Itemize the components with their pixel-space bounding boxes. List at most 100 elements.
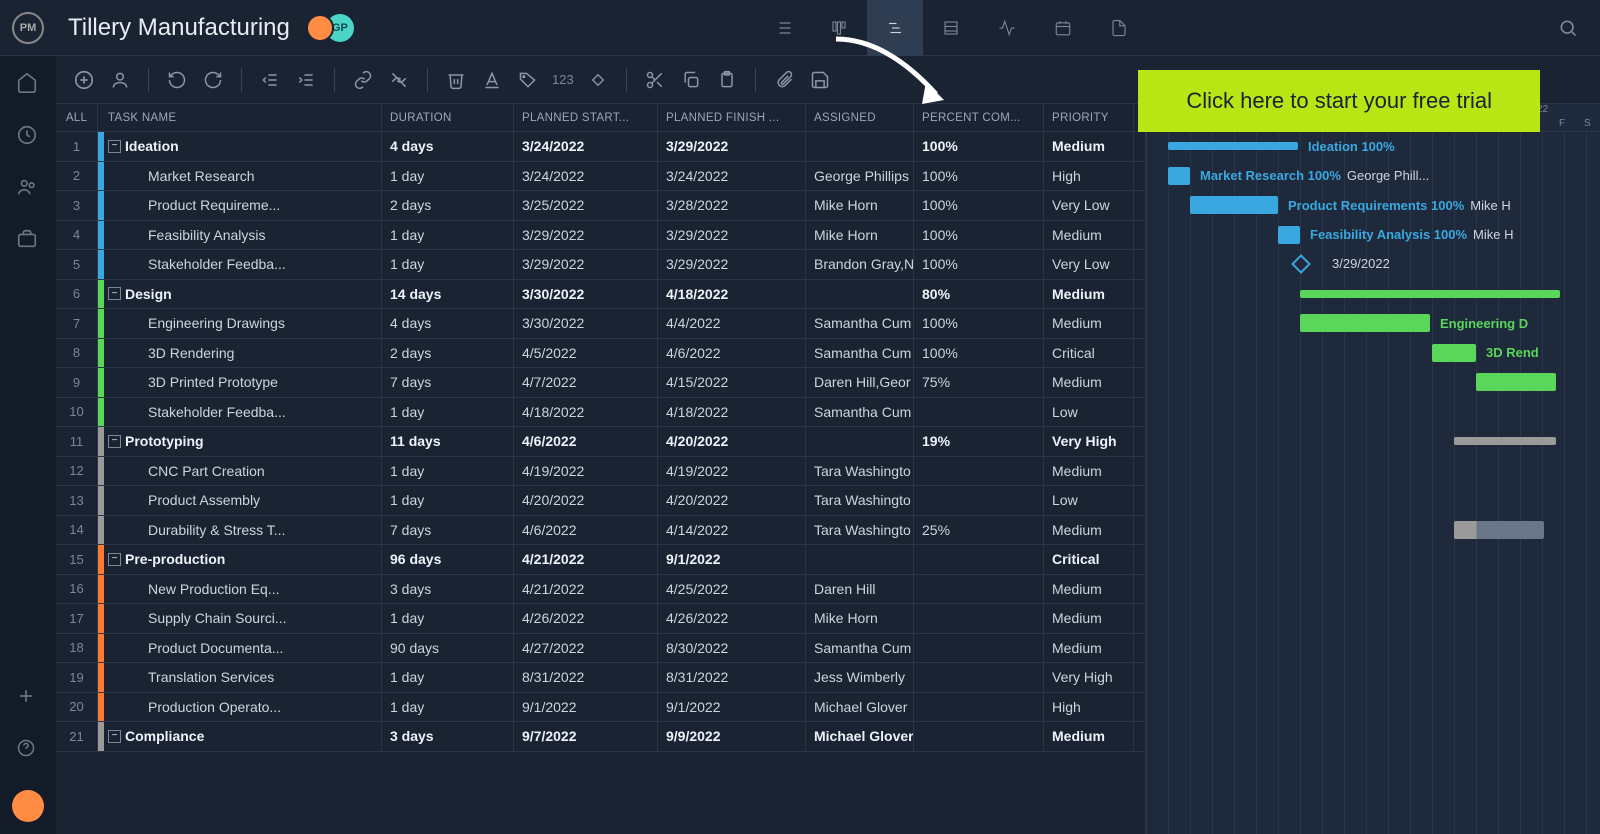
gantt-row[interactable] — [1146, 634, 1600, 664]
milestone-icon[interactable] — [586, 68, 610, 92]
tag-icon[interactable] — [516, 68, 540, 92]
gantt-row[interactable]: Market Research 100%George Phill... — [1146, 162, 1600, 192]
gantt-bar[interactable]: 3D Rend — [1432, 344, 1476, 362]
gantt-row[interactable] — [1146, 398, 1600, 428]
avatar-group[interactable]: GP — [306, 14, 354, 42]
collapse-icon[interactable]: − — [108, 553, 121, 566]
table-row[interactable]: 18Product Documenta...90 days4/27/20228/… — [56, 634, 1145, 664]
col-all[interactable]: ALL — [56, 104, 98, 131]
unlink-icon[interactable] — [387, 68, 411, 92]
table-row[interactable]: 17Supply Chain Sourci...1 day4/26/20224/… — [56, 604, 1145, 634]
cta-banner[interactable]: Click here to start your free trial — [1138, 70, 1540, 132]
indent-icon[interactable] — [294, 68, 318, 92]
gantt-row[interactable]: 3D Rend — [1146, 339, 1600, 369]
table-row[interactable]: 15−Pre-production96 days4/21/20229/1/202… — [56, 545, 1145, 575]
col-priority[interactable]: PRIORITY — [1044, 104, 1134, 131]
avatar-user[interactable] — [306, 14, 334, 42]
table-row[interactable]: 2Market Research1 day3/24/20223/24/2022G… — [56, 162, 1145, 192]
collapse-icon[interactable]: − — [108, 435, 121, 448]
add-task-icon[interactable] — [72, 68, 96, 92]
collapse-icon[interactable]: − — [108, 287, 121, 300]
help-icon[interactable] — [16, 738, 40, 762]
gantt-row[interactable]: Engineering D — [1146, 309, 1600, 339]
table-row[interactable]: 14Durability & Stress T...7 days4/6/2022… — [56, 516, 1145, 546]
view-activity-icon[interactable] — [979, 0, 1035, 56]
gantt-milestone[interactable] — [1291, 254, 1311, 274]
view-file-icon[interactable] — [1091, 0, 1147, 56]
col-percent[interactable]: PERCENT COM... — [914, 104, 1044, 131]
outdent-icon[interactable] — [258, 68, 282, 92]
team-icon[interactable] — [16, 176, 40, 200]
gantt-bar[interactable] — [1454, 521, 1544, 539]
gantt-bar[interactable]: Engineering D — [1300, 314, 1430, 332]
gantt-row[interactable] — [1146, 457, 1600, 487]
table-row[interactable]: 19Translation Services1 day8/31/20228/31… — [56, 663, 1145, 693]
table-row[interactable]: 6−Design14 days3/30/20224/18/202280%Medi… — [56, 280, 1145, 310]
app-logo[interactable]: PM — [12, 12, 44, 44]
gantt-row[interactable] — [1146, 516, 1600, 546]
table-row[interactable]: 7Engineering Drawings4 days3/30/20224/4/… — [56, 309, 1145, 339]
search-icon[interactable] — [1548, 8, 1588, 48]
col-planned-start[interactable]: PLANNED START... — [514, 104, 658, 131]
col-assigned[interactable]: ASSIGNED — [806, 104, 914, 131]
gantt-row[interactable] — [1146, 545, 1600, 575]
gantt-row[interactable] — [1146, 280, 1600, 310]
view-sheet-icon[interactable] — [923, 0, 979, 56]
gantt-bar[interactable]: Market Research 100%George Phill... — [1168, 167, 1190, 185]
gantt-row[interactable]: 3/29/2022 — [1146, 250, 1600, 280]
gantt-bar[interactable] — [1454, 437, 1556, 445]
projects-icon[interactable] — [16, 228, 40, 252]
copy-icon[interactable] — [679, 68, 703, 92]
table-row[interactable]: 83D Rendering2 days4/5/20224/6/2022Saman… — [56, 339, 1145, 369]
gantt-row[interactable] — [1146, 693, 1600, 723]
gantt-row[interactable] — [1146, 722, 1600, 752]
table-row[interactable]: 10Stakeholder Feedba...1 day4/18/20224/1… — [56, 398, 1145, 428]
gantt-row[interactable] — [1146, 663, 1600, 693]
cut-icon[interactable] — [643, 68, 667, 92]
attach-icon[interactable] — [772, 68, 796, 92]
gantt-row[interactable]: Ideation 100% — [1146, 132, 1600, 162]
gantt-chart[interactable]: n, 20 '22MAR, 27 '22APR, 3 '22 WTFSSMTWT… — [1146, 104, 1600, 834]
collapse-icon[interactable]: − — [108, 730, 121, 743]
gantt-bar[interactable]: Feasibility Analysis 100%Mike H — [1278, 226, 1300, 244]
link-icon[interactable] — [351, 68, 375, 92]
delete-icon[interactable] — [444, 68, 468, 92]
view-board-icon[interactable] — [811, 0, 867, 56]
view-calendar-icon[interactable] — [1035, 0, 1091, 56]
table-row[interactable]: 4Feasibility Analysis1 day3/29/20223/29/… — [56, 221, 1145, 251]
table-row[interactable]: 11−Prototyping11 days4/6/20224/20/202219… — [56, 427, 1145, 457]
table-row[interactable]: 21−Compliance3 days9/7/20229/9/2022Micha… — [56, 722, 1145, 752]
gantt-row[interactable] — [1146, 575, 1600, 605]
view-gantt-icon[interactable] — [867, 0, 923, 56]
gantt-bar[interactable]: Product Requirements 100%Mike H — [1190, 196, 1278, 214]
table-row[interactable]: 13Product Assembly1 day4/20/20224/20/202… — [56, 486, 1145, 516]
table-row[interactable]: 3Product Requireme...2 days3/25/20223/28… — [56, 191, 1145, 221]
view-list-icon[interactable] — [755, 0, 811, 56]
undo-icon[interactable] — [165, 68, 189, 92]
redo-icon[interactable] — [201, 68, 225, 92]
paste-icon[interactable] — [715, 68, 739, 92]
user-avatar[interactable] — [12, 790, 44, 822]
table-row[interactable]: 20Production Operato...1 day9/1/20229/1/… — [56, 693, 1145, 723]
table-row[interactable]: 93D Printed Prototype7 days4/7/20224/15/… — [56, 368, 1145, 398]
gantt-row[interactable] — [1146, 486, 1600, 516]
collapse-icon[interactable]: − — [108, 140, 121, 153]
gantt-row[interactable] — [1146, 427, 1600, 457]
table-row[interactable]: 1−Ideation4 days3/24/20223/29/2022100%Me… — [56, 132, 1145, 162]
save-icon[interactable] — [808, 68, 832, 92]
gantt-bar[interactable] — [1476, 373, 1556, 391]
gantt-bar[interactable]: Ideation 100% — [1168, 142, 1298, 150]
gantt-row[interactable]: Feasibility Analysis 100%Mike H — [1146, 221, 1600, 251]
gantt-row[interactable] — [1146, 368, 1600, 398]
add-icon[interactable] — [16, 686, 40, 710]
text-format-icon[interactable] — [480, 68, 504, 92]
table-row[interactable]: 5Stakeholder Feedba...1 day3/29/20223/29… — [56, 250, 1145, 280]
table-row[interactable]: 16New Production Eq...3 days4/21/20224/2… — [56, 575, 1145, 605]
home-icon[interactable] — [16, 72, 40, 96]
table-row[interactable]: 12CNC Part Creation1 day4/19/20224/19/20… — [56, 457, 1145, 487]
col-task-name[interactable]: TASK NAME — [98, 104, 382, 131]
col-planned-finish[interactable]: PLANNED FINISH ... — [658, 104, 806, 131]
gantt-bar[interactable] — [1300, 290, 1560, 298]
gantt-row[interactable] — [1146, 604, 1600, 634]
gantt-row[interactable]: Product Requirements 100%Mike H — [1146, 191, 1600, 221]
